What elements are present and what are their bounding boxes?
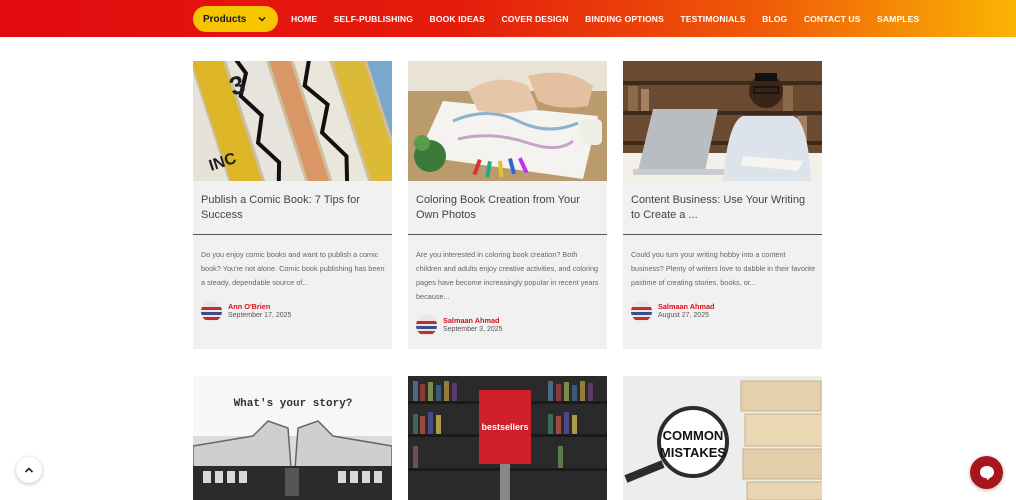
post-image-typewriter[interactable]: What's your story? bbox=[193, 376, 392, 500]
post-excerpt: Do you enjoy comic books and want to pub… bbox=[201, 250, 385, 287]
chevron-down-icon bbox=[258, 16, 266, 22]
post-image-comic[interactable]: 3 INC bbox=[193, 61, 392, 181]
nav-binding-options[interactable]: BINDING OPTIONS bbox=[585, 14, 664, 24]
chat-button[interactable] bbox=[970, 456, 1003, 489]
post-author[interactable]: Ann O'Brien bbox=[228, 302, 270, 311]
mistakes-line-2: MISTAKES bbox=[660, 445, 727, 460]
divider bbox=[408, 234, 607, 235]
post-author[interactable]: Salmaan Ahmad bbox=[658, 302, 715, 311]
post-date: September 17, 2025 bbox=[228, 312, 292, 319]
post-date: September 3, 2025 bbox=[443, 326, 503, 333]
scroll-to-top-button[interactable] bbox=[16, 457, 42, 483]
post-excerpt: Could you turn your writing hobby into a… bbox=[631, 250, 816, 287]
post-card[interactable]: 3 INC Publish a Comic Book: 7 Tips for S… bbox=[193, 61, 392, 349]
nav-book-ideas[interactable]: BOOK IDEAS bbox=[430, 14, 485, 24]
typewriter-text: What's your story? bbox=[234, 398, 353, 410]
post-card[interactable]: Content Business: Use Your Writing to Cr… bbox=[623, 61, 822, 349]
post-image-bestsellers[interactable]: bestsellers bbox=[408, 376, 607, 500]
post-excerpt: Are you interested in coloring book crea… bbox=[416, 250, 599, 301]
author-avatar bbox=[201, 301, 222, 322]
post-title[interactable]: Coloring Book Creation from Your Own Pho… bbox=[416, 193, 596, 223]
nav-self-publishing[interactable]: SELF-PUBLISHING bbox=[334, 14, 413, 24]
products-dropdown-button[interactable]: Products bbox=[193, 6, 278, 32]
author-avatar bbox=[631, 301, 652, 322]
author-avatar bbox=[416, 315, 437, 336]
post-card[interactable]: Coloring Book Creation from Your Own Pho… bbox=[408, 61, 607, 349]
post-image-common-mistakes[interactable]: COMMON MISTAKES bbox=[623, 376, 822, 500]
products-label: Products bbox=[203, 13, 247, 25]
nav-home[interactable]: HOME bbox=[291, 14, 317, 24]
post-title[interactable]: Content Business: Use Your Writing to Cr… bbox=[631, 193, 811, 223]
nav-samples[interactable]: SAMPLES bbox=[877, 14, 919, 24]
post-image-coloring[interactable] bbox=[408, 61, 607, 181]
chevron-up-icon bbox=[24, 467, 34, 473]
post-image-writer[interactable] bbox=[623, 61, 822, 181]
post-title[interactable]: Publish a Comic Book: 7 Tips for Success bbox=[201, 193, 381, 223]
bestsellers-sign-text: bestsellers bbox=[481, 422, 528, 432]
nav-contact-us[interactable]: CONTACT US bbox=[804, 14, 861, 24]
nav-testimonials[interactable]: TESTIMONIALS bbox=[680, 14, 745, 24]
divider bbox=[193, 234, 392, 235]
post-author[interactable]: Salmaan Ahmad bbox=[443, 316, 500, 325]
site-header: Products HOME SELF-PUBLISHING BOOK IDEAS… bbox=[0, 0, 1016, 37]
divider bbox=[623, 234, 822, 235]
post-date: August 27, 2025 bbox=[658, 312, 709, 319]
chat-bubble-icon bbox=[979, 465, 994, 480]
nav-blog[interactable]: BLOG bbox=[762, 14, 787, 24]
main-nav: HOME SELF-PUBLISHING BOOK IDEAS COVER DE… bbox=[291, 0, 936, 37]
nav-cover-design[interactable]: COVER DESIGN bbox=[501, 14, 568, 24]
mistakes-line-1: COMMON bbox=[663, 428, 724, 443]
